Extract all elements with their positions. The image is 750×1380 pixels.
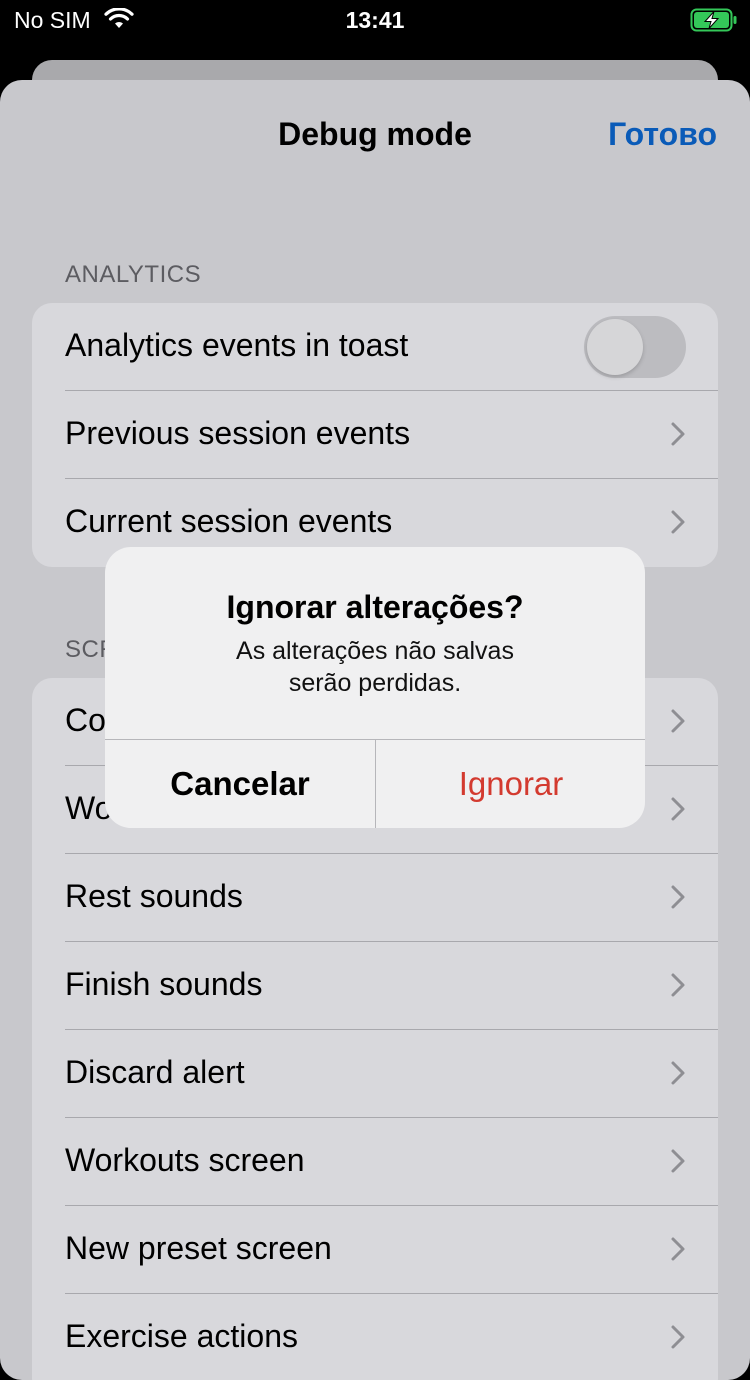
alert-message-line: As alterações não salvas: [236, 637, 514, 665]
row-discard-alert[interactable]: Discard alert: [32, 1030, 718, 1118]
cancel-button[interactable]: Cancelar: [105, 740, 375, 828]
row-label: New preset screen: [65, 1230, 332, 1266]
discard-changes-alert: Ignorar alterações? As alterações não sa…: [105, 547, 645, 828]
row-label: Rest sounds: [65, 878, 243, 914]
alert-title: Ignorar alterações?: [226, 589, 524, 625]
clock: 13:41: [345, 7, 405, 33]
section-header-analytics: ANALYTICS: [65, 261, 202, 288]
chevron-right-icon: [670, 421, 686, 452]
row-previous-session-events[interactable]: Previous session events: [32, 391, 718, 479]
status-bar: No SIM 13:41: [0, 0, 750, 40]
toggle-knob: [587, 319, 643, 375]
chevron-right-icon: [670, 884, 686, 915]
row-exercise-actions[interactable]: Exercise actions: [32, 1294, 718, 1380]
chevron-right-icon: [670, 1236, 686, 1267]
row-label: Analytics events in toast: [65, 327, 409, 363]
done-button[interactable]: Готово: [608, 116, 717, 153]
row-label: Co: [65, 702, 106, 738]
chevron-right-icon: [670, 509, 686, 540]
row-label: Current session events: [65, 503, 393, 539]
row-label: Discard alert: [65, 1054, 245, 1090]
row-rest-sounds[interactable]: Rest sounds: [32, 854, 718, 942]
row-label: Previous session events: [65, 415, 411, 451]
row-workouts-screen[interactable]: Workouts screen: [32, 1118, 718, 1206]
chevron-right-icon: [670, 1324, 686, 1355]
battery-charging-icon: [690, 8, 738, 37]
chevron-right-icon: [670, 1148, 686, 1179]
chevron-right-icon: [670, 708, 686, 739]
chevron-right-icon: [670, 1060, 686, 1091]
row-label: Exercise actions: [65, 1318, 298, 1354]
analytics-group: Analytics events in toast Previous sessi…: [32, 303, 718, 567]
row-label: Workouts screen: [65, 1142, 305, 1178]
chevron-right-icon: [670, 796, 686, 827]
alert-message: As alterações não salvas serão perdidas.: [195, 635, 555, 699]
row-analytics-events-in-toast: Analytics events in toast: [32, 303, 718, 391]
row-new-preset-screen[interactable]: New preset screen: [32, 1206, 718, 1294]
ignore-button[interactable]: Ignorar: [376, 740, 645, 828]
chevron-right-icon: [670, 972, 686, 1003]
row-finish-sounds[interactable]: Finish sounds: [32, 942, 718, 1030]
alert-message-line: serão perdidas.: [288, 669, 462, 697]
row-label: Finish sounds: [65, 966, 263, 1002]
analytics-toast-toggle[interactable]: [584, 316, 686, 378]
